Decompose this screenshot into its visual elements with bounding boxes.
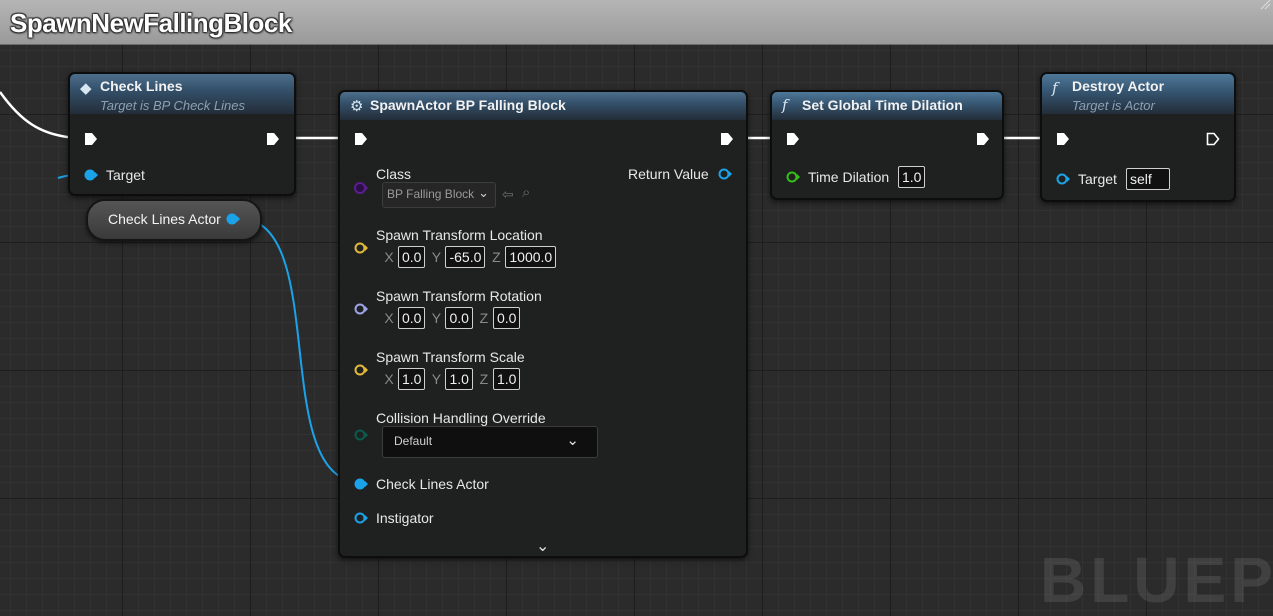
time-dilation-header[interactable]: f Set Global Time Dilation <box>772 92 1002 120</box>
destroy-target-label: Target <box>1078 171 1117 187</box>
axis-y-label: Y <box>431 249 442 265</box>
time-dilation-title: Set Global Time Dilation <box>802 97 963 113</box>
chevron-down-icon: ⌄ <box>478 185 489 200</box>
function-icon: f <box>782 96 788 114</box>
exec-in-pin-icon[interactable] <box>84 132 98 146</box>
object-pin-icon[interactable] <box>226 212 240 226</box>
rotation-fields: X 0.0 Y 0.0 Z 0.0 <box>384 307 522 329</box>
collision-dropdown[interactable]: Default ⌄ <box>382 426 598 458</box>
vector-pin-icon[interactable] <box>354 363 368 377</box>
check-lines-node[interactable]: ◆ Check Lines Target is BP Check Lines T… <box>68 72 296 196</box>
exec-in-pin-icon[interactable] <box>1056 132 1070 146</box>
class-dropdown-value: BP Falling Block <box>387 187 475 201</box>
float-pin-icon[interactable] <box>786 170 800 184</box>
exec-out-pin-unconnected-icon[interactable] <box>1206 132 1220 146</box>
exec-in-pin-icon[interactable] <box>354 132 368 146</box>
time-dilation-input[interactable]: 1.0 <box>898 166 926 188</box>
class-dropdown[interactable]: BP Falling Block ⌄ <box>382 182 496 208</box>
location-x-input[interactable]: 0.0 <box>398 246 426 268</box>
exec-in-pin-icon[interactable] <box>786 132 800 146</box>
axis-y-label: Y <box>431 371 442 387</box>
check-lines-header[interactable]: ◆ Check Lines Target is BP Check Lines <box>70 74 294 114</box>
rotation-y-input[interactable]: 0.0 <box>445 307 473 329</box>
return-value-pin-icon[interactable] <box>718 167 732 181</box>
blueprint-watermark: BLUEP <box>1040 544 1273 616</box>
destroy-actor-title: Destroy Actor <box>1072 78 1165 94</box>
scale-z-input[interactable]: 1.0 <box>492 368 521 390</box>
exec-out-pin-icon[interactable] <box>976 132 990 146</box>
axis-z-label: Z <box>479 310 489 326</box>
axis-x-label: X <box>384 371 394 387</box>
instigator-pin-label: Instigator <box>376 510 434 526</box>
rotator-pin-icon[interactable] <box>354 302 368 316</box>
location-y-input[interactable]: -65.0 <box>445 246 486 268</box>
collision-dropdown-value: Default <box>394 434 433 448</box>
class-pin-icon[interactable] <box>354 181 368 195</box>
spawn-actor-title: SpawnActor BP Falling Block <box>370 97 566 113</box>
location-fields: X 0.0 Y -65.0 Z 1000.0 <box>384 246 558 268</box>
check-lines-actor-getter[interactable]: Check Lines Actor <box>86 199 262 241</box>
time-dilation-label: Time Dilation <box>808 169 890 185</box>
browse-search-icon[interactable]: ⌕ <box>522 184 530 201</box>
target-pin-label: Target <box>106 167 145 183</box>
scale-fields: X 1.0 Y 1.0 Z 1.0 <box>384 368 522 390</box>
rotation-label: Spawn Transform Rotation <box>376 288 542 304</box>
variable-label: Check Lines Actor <box>108 211 221 227</box>
axis-z-label: Z <box>492 249 501 265</box>
enum-pin-icon[interactable] <box>354 428 368 442</box>
function-call-icon: ◆ <box>80 80 92 97</box>
object-pin-icon[interactable] <box>354 477 368 491</box>
check-lines-actor-pin-label: Check Lines Actor <box>376 476 489 492</box>
rotation-z-input[interactable]: 0.0 <box>492 307 521 329</box>
exec-wire-in <box>0 91 79 140</box>
set-global-time-dilation-node[interactable]: f Set Global Time Dilation Time Dilation… <box>770 90 1004 200</box>
axis-y-label: Y <box>431 310 442 326</box>
location-label: Spawn Transform Location <box>376 227 543 243</box>
spawn-actor-node[interactable]: ⚙ SpawnActor BP Falling Block Class BP F… <box>338 90 748 558</box>
object-pin-icon[interactable] <box>1056 172 1070 186</box>
destroy-actor-header[interactable]: f Destroy Actor Target is Actor <box>1042 74 1234 114</box>
collision-label: Collision Handling Override <box>376 410 546 426</box>
object-pin-icon[interactable] <box>354 511 368 525</box>
vector-pin-icon[interactable] <box>354 241 368 255</box>
location-z-input[interactable]: 1000.0 <box>505 246 557 268</box>
check-lines-subtitle: Target is BP Check Lines <box>100 98 245 113</box>
chevron-down-icon: ⌄ <box>566 432 579 449</box>
rotation-x-input[interactable]: 0.0 <box>398 307 426 329</box>
spawn-actor-icon: ⚙ <box>350 98 364 115</box>
exec-out-pin-icon[interactable] <box>266 132 280 146</box>
return-value-label: Return Value <box>628 166 709 182</box>
axis-x-label: X <box>384 310 394 326</box>
use-selected-arrow-icon[interactable]: ⇦ <box>502 186 514 203</box>
check-lines-title: Check Lines <box>100 78 183 94</box>
exec-out-pin-icon[interactable] <box>720 132 734 146</box>
destroy-actor-subtitle: Target is Actor <box>1072 98 1155 113</box>
function-icon: f <box>1052 79 1058 97</box>
destroy-target-input[interactable]: self <box>1126 168 1170 190</box>
axis-z-label: Z <box>479 371 489 387</box>
destroy-actor-node[interactable]: f Destroy Actor Target is Actor Target s… <box>1040 72 1236 202</box>
class-label: Class <box>376 166 412 182</box>
scale-y-input[interactable]: 1.0 <box>445 368 473 390</box>
object-pin-icon[interactable] <box>84 168 98 182</box>
scale-x-input[interactable]: 1.0 <box>398 368 426 390</box>
spawn-actor-header[interactable]: ⚙ SpawnActor BP Falling Block <box>340 92 746 120</box>
axis-x-label: X <box>384 249 394 265</box>
scale-label: Spawn Transform Scale <box>376 349 525 365</box>
expand-chevron-icon[interactable]: ⌄ <box>536 536 549 556</box>
